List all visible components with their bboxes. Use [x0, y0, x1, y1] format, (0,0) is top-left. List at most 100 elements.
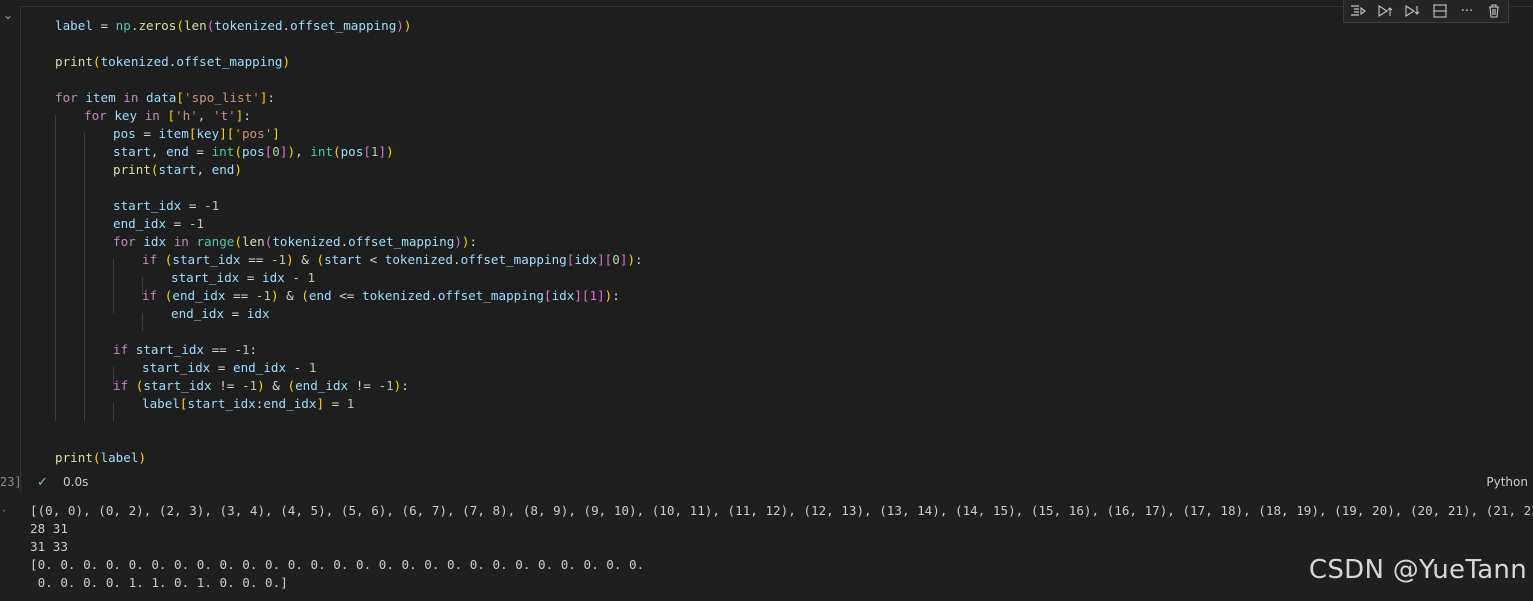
token: for	[84, 108, 107, 123]
token: .	[282, 18, 291, 33]
token: =	[135, 126, 159, 141]
output-line: [(0, 0), (0, 2), (2, 3), (3, 4), (4, 5),…	[30, 503, 1533, 518]
split-cell-icon[interactable]	[1430, 2, 1450, 20]
token: )	[454, 234, 462, 249]
token: if	[142, 288, 158, 303]
token: end_idx	[263, 396, 317, 411]
token: for	[113, 234, 136, 249]
token: :	[612, 288, 620, 303]
token: =	[210, 360, 233, 375]
token: -1	[188, 216, 204, 231]
token: ]	[272, 126, 280, 141]
token: pos	[241, 144, 265, 159]
execute-below-icon[interactable]	[1402, 2, 1422, 20]
token: )	[286, 252, 294, 267]
code-line-25: print(label)	[55, 449, 146, 467]
collapse-chevron-icon[interactable]: ⌄	[3, 8, 13, 22]
token: !=	[211, 378, 242, 393]
token: ]	[378, 144, 387, 159]
indent-guide	[142, 313, 143, 331]
token: data	[146, 90, 177, 105]
token: end	[166, 144, 189, 159]
token: label	[100, 450, 139, 465]
token: in	[144, 108, 160, 123]
token: 't'	[212, 108, 236, 123]
token: print	[113, 162, 151, 177]
run-by-line-icon[interactable]	[1348, 2, 1368, 20]
delete-cell-icon[interactable]	[1484, 2, 1504, 20]
execution-time: 0.0s	[63, 475, 89, 489]
token: !=	[348, 378, 379, 393]
token: -	[284, 270, 308, 285]
token: -1	[234, 342, 250, 357]
token: [1]	[581, 288, 605, 303]
code-line-20: start_idx = end_idx - 1	[142, 359, 316, 377]
token: :	[243, 108, 251, 123]
token: tokenized	[384, 252, 453, 267]
token: idx	[143, 234, 167, 249]
token: :	[401, 378, 409, 393]
token: start_idx	[113, 198, 182, 213]
token: ,	[197, 108, 213, 123]
token: -	[286, 360, 309, 375]
token: =	[239, 270, 262, 285]
more-actions-icon[interactable]: ···	[1457, 2, 1477, 20]
token: for	[55, 90, 78, 105]
token: tokenized	[272, 234, 341, 249]
token: 1	[308, 360, 317, 375]
code-cell-editor[interactable]: label = np.zeros(len(tokenized.offset_ma…	[20, 7, 1533, 472]
code-line-12: end_idx = -1	[113, 215, 204, 233]
token: offset_mapping	[348, 234, 455, 249]
token: -1	[204, 198, 220, 213]
token: offset_mapping	[437, 288, 544, 303]
token: start_idx	[171, 270, 240, 285]
code-line-3: print(tokenized.offset_mapping)	[55, 53, 290, 71]
token: if	[142, 252, 158, 267]
code-line-6: for key in ['h', 't']:	[84, 107, 251, 125]
token: [	[363, 144, 371, 159]
language-selector[interactable]: Python	[1486, 475, 1528, 489]
token: if	[113, 342, 129, 357]
notebook-view: ⌄ label = np.zeros(len(tokenized.offset_…	[0, 0, 1533, 601]
output-line: 31 33	[30, 539, 68, 554]
token: 1	[346, 396, 355, 411]
token: &	[264, 378, 288, 393]
token: (	[234, 144, 242, 159]
token: 'h'	[175, 108, 198, 123]
output-menu-icon[interactable]: ·	[2, 504, 6, 518]
token: :	[267, 90, 275, 105]
token: range	[196, 234, 235, 249]
token: zeros	[138, 18, 177, 33]
token: start	[113, 144, 151, 159]
token: ==	[225, 288, 256, 303]
execute-above-icon[interactable]	[1375, 2, 1395, 20]
token: )	[461, 234, 470, 249]
token: np	[115, 18, 131, 33]
token: :	[249, 342, 258, 357]
token: (	[301, 288, 309, 303]
token: )	[386, 144, 394, 159]
token: key	[114, 108, 138, 123]
token: end_idx	[171, 306, 225, 321]
token: if	[113, 378, 129, 393]
token: 1	[370, 144, 379, 159]
token: [	[167, 108, 176, 123]
token: .	[452, 252, 461, 267]
token: )	[287, 144, 296, 159]
token: start_idx	[143, 378, 212, 393]
token: (	[332, 144, 341, 159]
token: <=	[331, 288, 362, 303]
token: in	[173, 234, 189, 249]
watermark: CSDN @YueTann	[1308, 555, 1527, 585]
token: :	[635, 252, 643, 267]
token: pos	[113, 126, 136, 141]
token: item	[85, 90, 116, 105]
output-line: [0. 0. 0. 0. 0. 0. 0. 0. 0. 0. 0. 0. 0. …	[30, 557, 645, 572]
token: pos	[340, 144, 364, 159]
